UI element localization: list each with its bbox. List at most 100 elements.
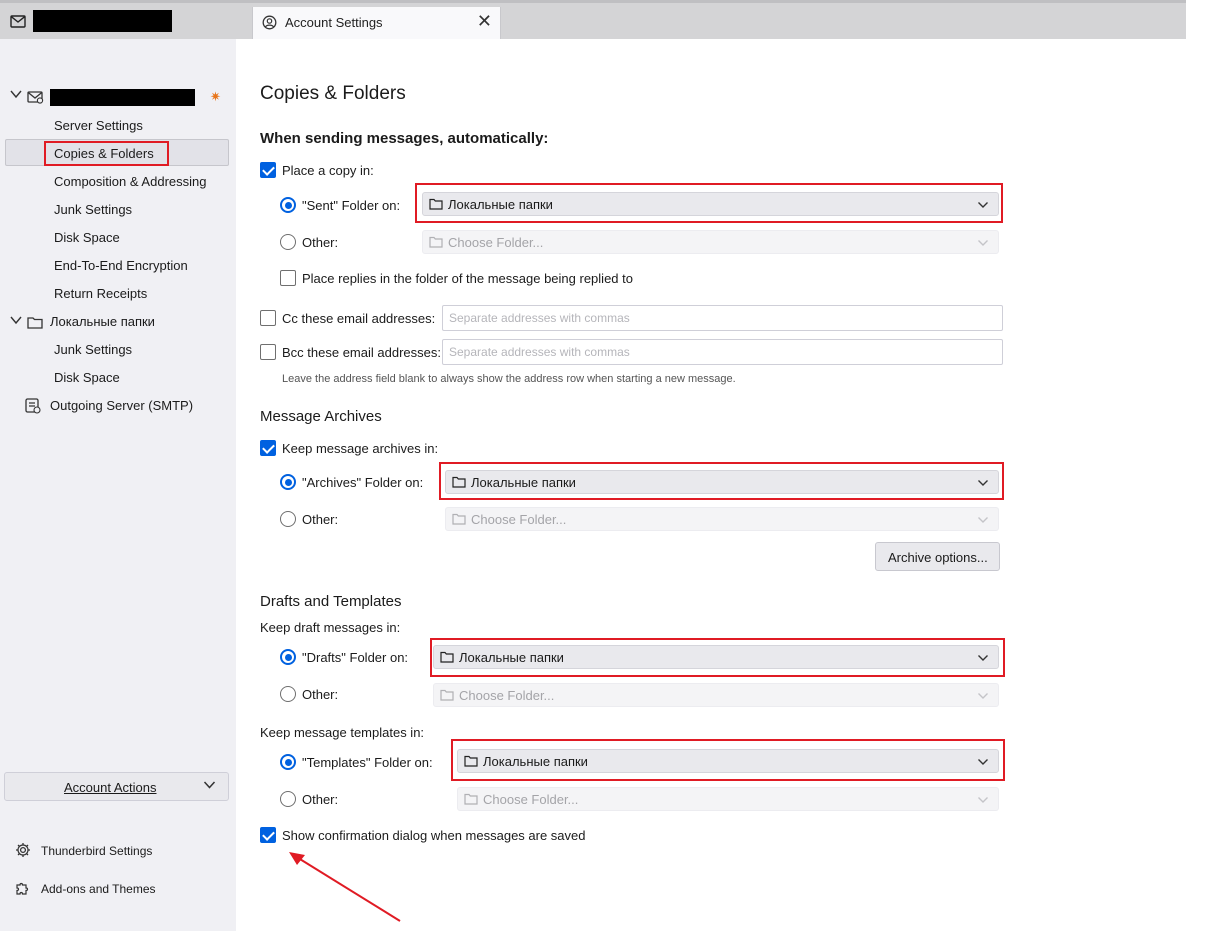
- templates-folder-value: Локальные папки: [483, 754, 588, 769]
- folder-icon: [429, 236, 443, 251]
- sidebar-item-local-disk-space[interactable]: Disk Space: [54, 364, 120, 392]
- drafts-folder-select[interactable]: Локальные папки: [433, 645, 999, 669]
- keep-templates-label: Keep message templates in:: [260, 725, 425, 740]
- archives-folder-radio[interactable]: [280, 474, 296, 490]
- section-heading-archives: Message Archives: [260, 408, 382, 425]
- outgoing-server-icon: [25, 398, 41, 414]
- sidebar-item-outgoing-server[interactable]: Outgoing Server (SMTP): [50, 392, 193, 420]
- chevron-down-icon: [977, 651, 989, 666]
- tab-mail-title-redacted: [33, 10, 172, 32]
- annotation-arrow-icon: [289, 852, 401, 922]
- chevron-down-icon: [203, 778, 216, 793]
- sidebar-item-local-junk-settings[interactable]: Junk Settings: [54, 336, 132, 364]
- thunderbird-settings-link[interactable]: Thunderbird Settings: [41, 844, 152, 858]
- templates-other-label: Other:: [302, 792, 339, 807]
- choose-folder-placeholder: Choose Folder...: [471, 512, 567, 527]
- account-settings-icon: [262, 15, 277, 30]
- folder-icon: [452, 476, 466, 491]
- templates-other-folder-picker[interactable]: Choose Folder...: [457, 787, 999, 811]
- sidebar-item-composition-addressing[interactable]: Composition & Addressing: [54, 168, 206, 196]
- folder-icon: [464, 755, 478, 770]
- bcc-checkbox[interactable]: [260, 344, 276, 360]
- keep-archives-label: Keep message archives in:: [282, 441, 439, 456]
- archives-folder-select[interactable]: Локальные папки: [445, 470, 999, 494]
- choose-folder-placeholder: Choose Folder...: [448, 235, 544, 250]
- sent-folder-value: Локальные папки: [448, 197, 553, 212]
- drafts-folder-label: "Drafts" Folder on:: [302, 650, 409, 665]
- account-name-redacted[interactable]: [50, 89, 195, 106]
- close-tab-icon[interactable]: ✕: [477, 11, 492, 31]
- templates-folder-radio[interactable]: [280, 754, 296, 770]
- chevron-down-icon: [977, 689, 989, 704]
- sent-folder-select[interactable]: Локальные папки: [422, 192, 999, 216]
- sidebar-item-server-settings[interactable]: Server Settings: [54, 112, 143, 140]
- show-confirmation-label: Show confirmation dialog when messages a…: [282, 828, 586, 843]
- templates-folder-select[interactable]: Локальные папки: [457, 749, 999, 773]
- choose-folder-placeholder: Choose Folder...: [459, 688, 555, 703]
- sent-folder-label: "Sent" Folder on:: [302, 198, 401, 213]
- archives-other-folder-picker[interactable]: Choose Folder...: [445, 507, 999, 531]
- sent-folder-radio[interactable]: [280, 197, 296, 213]
- account-actions-label: Account Actions: [64, 780, 157, 795]
- address-hint: Leave the address field blank to always …: [282, 373, 736, 385]
- sidebar-item-e2e-encryption[interactable]: End-To-End Encryption: [54, 252, 188, 280]
- archive-options-label: Archive options...: [888, 550, 988, 565]
- templates-other-radio[interactable]: [280, 791, 296, 807]
- chevron-down-icon[interactable]: [10, 89, 22, 102]
- keep-drafts-label: Keep draft messages in:: [260, 620, 401, 635]
- chevron-down-icon: [977, 513, 989, 528]
- mail-account-icon: [27, 91, 44, 104]
- folder-icon: [440, 651, 454, 666]
- page-title: Copies & Folders: [260, 83, 406, 104]
- show-confirmation-checkbox[interactable]: [260, 827, 276, 843]
- chevron-down-icon: [977, 793, 989, 808]
- chevron-down-icon: [977, 476, 989, 491]
- archives-other-label: Other:: [302, 512, 339, 527]
- sidebar-item-junk-settings[interactable]: Junk Settings: [54, 196, 132, 224]
- templates-folder-label: "Templates" Folder on:: [302, 755, 433, 770]
- place-replies-checkbox[interactable]: [280, 270, 296, 286]
- drafts-other-label: Other:: [302, 687, 339, 702]
- cc-addresses-input[interactable]: [442, 305, 1003, 331]
- bcc-addresses-input[interactable]: [442, 339, 1003, 365]
- sidebar-item-return-receipts[interactable]: Return Receipts: [54, 280, 147, 308]
- addons-themes-link[interactable]: Add-ons and Themes: [41, 882, 156, 896]
- section-heading-drafts-templates: Drafts and Templates: [260, 593, 402, 610]
- chevron-down-icon: [977, 236, 989, 251]
- tab-account-settings-label: Account Settings: [285, 15, 383, 30]
- archive-options-button[interactable]: Archive options...: [875, 542, 1000, 571]
- bcc-label: Bcc these email addresses:: [282, 345, 441, 360]
- other-label: Other:: [302, 235, 339, 250]
- account-actions-button[interactable]: Account Actions: [4, 772, 229, 801]
- chevron-down-icon: [977, 755, 989, 770]
- other-folder-radio[interactable]: [280, 234, 296, 250]
- cc-checkbox[interactable]: [260, 310, 276, 326]
- other-folder-picker[interactable]: Choose Folder...: [422, 230, 999, 254]
- annotation-red-box: [44, 141, 169, 166]
- folder-icon: [464, 793, 478, 808]
- folder-icon: [429, 198, 443, 213]
- section-heading-sending: When sending messages, automatically:: [260, 130, 549, 147]
- drafts-other-folder-picker[interactable]: Choose Folder...: [433, 683, 999, 707]
- drafts-other-radio[interactable]: [280, 686, 296, 702]
- cc-label: Cc these email addresses:: [282, 311, 436, 326]
- archives-folder-value: Локальные папки: [471, 475, 576, 490]
- gear-icon: [16, 843, 30, 857]
- archives-folder-label: "Archives" Folder on:: [302, 475, 424, 490]
- chevron-down-icon[interactable]: [10, 315, 22, 328]
- place-replies-label: Place replies in the folder of the messa…: [302, 271, 633, 286]
- tab-account-settings[interactable]: Account Settings ✕: [252, 7, 501, 39]
- drafts-folder-value: Локальные папки: [459, 650, 564, 665]
- drafts-folder-radio[interactable]: [280, 649, 296, 665]
- archives-other-radio[interactable]: [280, 511, 296, 527]
- default-account-star-icon: ✷: [210, 89, 221, 104]
- sidebar-item-disk-space[interactable]: Disk Space: [54, 224, 120, 252]
- folder-icon: [27, 317, 43, 329]
- puzzle-icon: [16, 882, 29, 895]
- envelope-icon: [10, 15, 26, 28]
- keep-archives-checkbox[interactable]: [260, 440, 276, 456]
- place-copy-checkbox[interactable]: [260, 162, 276, 178]
- folder-icon: [452, 513, 466, 528]
- place-copy-label: Place a copy in:: [282, 163, 374, 178]
- sidebar-item-local-folders[interactable]: Локальные папки: [50, 308, 155, 336]
